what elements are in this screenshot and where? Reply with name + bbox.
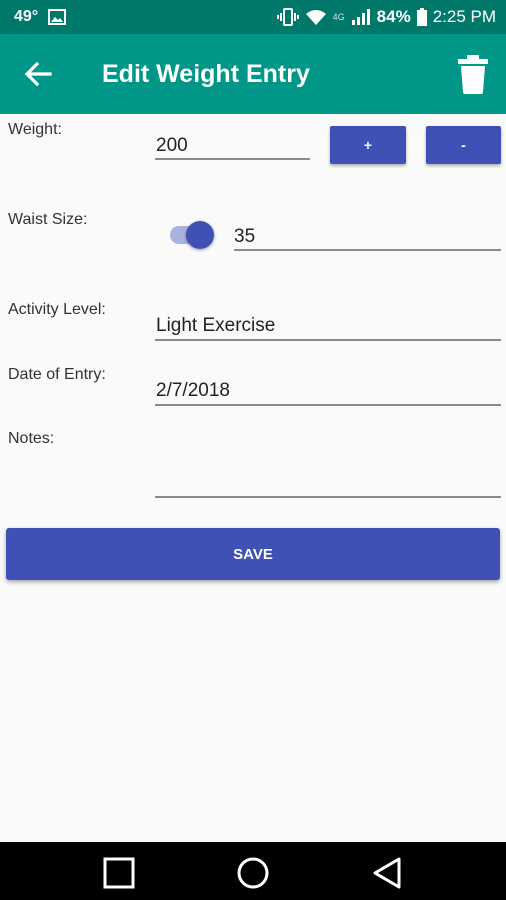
waist-size-input[interactable]: 35: [234, 226, 255, 248]
status-left: 49°: [14, 8, 67, 26]
status-right: 4G 84% 2:25 PM: [276, 7, 496, 27]
weight-input[interactable]: 200: [156, 135, 188, 157]
notes-label: Notes:: [8, 430, 55, 447]
page-title: Edit Weight Entry: [102, 60, 310, 88]
clock-text: 2:25 PM: [432, 7, 496, 26]
waist-size-underline: [234, 249, 501, 251]
image-icon: [48, 9, 67, 25]
trash-icon[interactable]: [456, 54, 490, 94]
date-of-entry-input[interactable]: 2/7/2018: [156, 380, 230, 402]
activity-level-label: Activity Level:: [8, 301, 106, 318]
save-button[interactable]: SAVE: [6, 528, 500, 580]
battery-percent-text: 84%: [376, 7, 411, 26]
notes-underline: [155, 496, 501, 498]
temperature-text: 49°: [14, 8, 39, 25]
weight-label: Weight:: [8, 121, 62, 138]
wifi-icon: [305, 10, 326, 25]
activity-level-underline: [155, 339, 501, 341]
waist-size-label: Waist Size:: [8, 211, 88, 228]
system-nav-bar: [0, 842, 506, 900]
arrow-left-icon[interactable]: [22, 58, 54, 90]
activity-level-input[interactable]: Light Exercise: [156, 315, 275, 337]
battery-icon: [416, 8, 427, 26]
vibrate-icon: [276, 8, 299, 26]
signal-icon: [351, 9, 370, 25]
date-of-entry-underline: [155, 404, 501, 406]
increment-button[interactable]: +: [330, 126, 406, 164]
network-type-text: 4G: [332, 12, 345, 22]
notes-input[interactable]: [156, 470, 496, 494]
back-triangle-icon[interactable]: [370, 856, 404, 890]
waist-toggle-thumb[interactable]: [186, 221, 214, 249]
weight-underline: [155, 158, 310, 160]
date-of-entry-label: Date of Entry:: [8, 366, 106, 383]
app-bar: Edit Weight Entry: [0, 34, 506, 114]
recents-square-icon[interactable]: [102, 856, 136, 890]
home-circle-icon[interactable]: [236, 856, 270, 890]
decrement-button[interactable]: -: [426, 126, 501, 164]
status-bar: 49° 4G 84% 2:25 PM: [0, 0, 506, 34]
